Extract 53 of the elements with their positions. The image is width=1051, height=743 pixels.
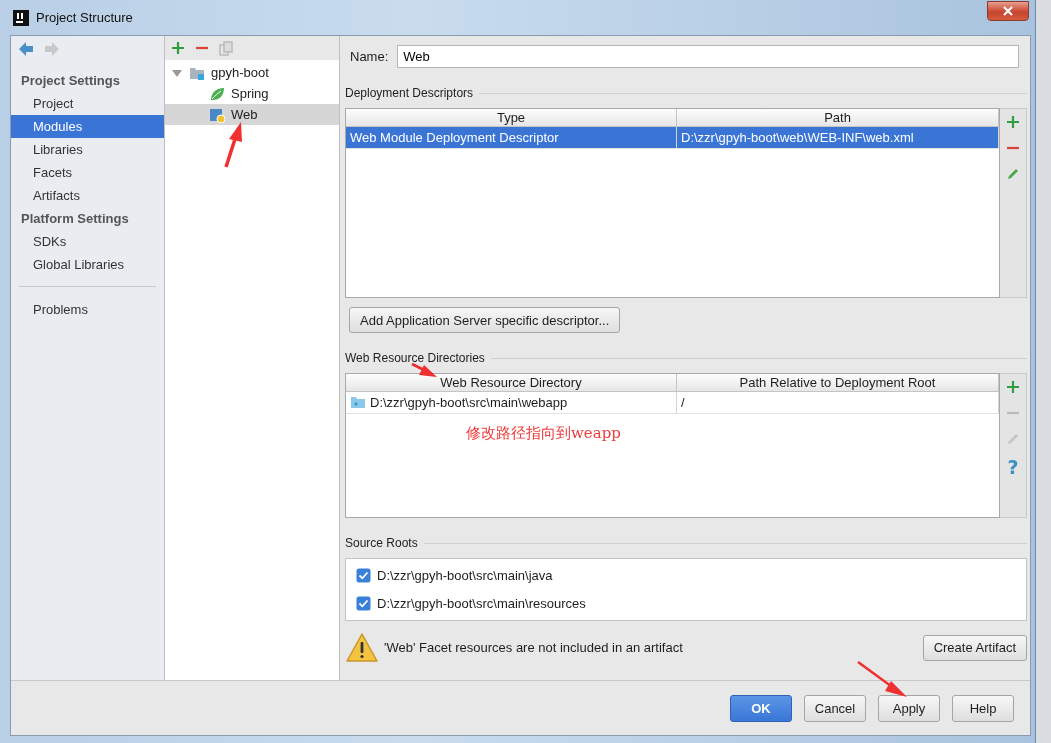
section-title: Web Resource Directories	[345, 351, 485, 365]
sidebar-item[interactable]: Artifacts	[11, 184, 164, 207]
create-artifact-button[interactable]: Create Artifact	[922, 634, 1027, 661]
leaf-icon	[209, 85, 225, 102]
section-heading: Project Settings	[20, 72, 121, 90]
back-arrow-icon[interactable]	[18, 41, 34, 57]
close-button[interactable]	[987, 1, 1029, 21]
table-cell[interactable]: D:\zzr\gpyh-boot\src\main\webapp	[346, 392, 677, 413]
annotation-arrow	[411, 362, 437, 377]
column-header[interactable]: Type	[346, 109, 677, 126]
tree-item[interactable]: Web	[165, 104, 339, 125]
sidebar-item[interactable]: Facets	[11, 161, 164, 184]
pencil-icon[interactable]	[1006, 167, 1020, 181]
checkbox-label: D:\zzr\gpyh-boot\src\main\resources	[377, 596, 586, 612]
annotation-arrow	[857, 661, 907, 697]
warning-message: 'Web' Facet resources are not included in an artifact	[384, 640, 683, 655]
field-label: Name:	[350, 49, 389, 64]
annotation-arrow	[224, 122, 242, 168]
add-icon[interactable]	[171, 41, 185, 55]
checkbox[interactable]	[356, 567, 371, 583]
add-descriptor-button[interactable]: Add Application Server specific descriptor...	[349, 307, 621, 333]
section-title: Source Roots	[345, 536, 418, 550]
sidebar-item[interactable]: Libraries	[11, 138, 164, 161]
column-header[interactable]: Path Relative to Deployment Root	[677, 374, 999, 391]
sidebar-item[interactable]: Global Libraries	[11, 253, 164, 276]
checkbox-label: D:\zzr\gpyh-boot\src\main\java	[377, 567, 553, 583]
section-title: Deployment Descriptors	[345, 86, 474, 100]
tree-item[interactable]: gpyh-boot	[165, 62, 339, 83]
app-icon	[13, 9, 29, 26]
add-icon[interactable]	[1006, 115, 1020, 129]
table-cell[interactable]: D:\zzr\gpyh-boot\web\WEB-INF\web.xml	[677, 127, 999, 148]
sidebar-item[interactable]: SDKs	[11, 230, 164, 253]
window-title: Project Structure	[36, 10, 133, 25]
tree-item[interactable]: Spring	[165, 83, 339, 104]
close-icon	[1002, 6, 1014, 16]
checkbox[interactable]	[356, 596, 371, 612]
dialog-button[interactable]: Help	[952, 694, 1014, 722]
sidebar-item[interactable]: Modules	[11, 115, 164, 138]
web-module-icon	[209, 106, 225, 123]
name-field[interactable]: Web	[397, 45, 1019, 68]
dialog-button[interactable]: OK	[730, 694, 792, 722]
add-icon[interactable]	[1006, 380, 1020, 394]
dialog-button[interactable]: Apply	[878, 694, 940, 722]
dialog-button[interactable]: Cancel	[804, 694, 866, 722]
folder-icon	[350, 395, 366, 410]
warning-icon	[346, 632, 378, 663]
sidebar-item[interactable]: Problems	[11, 298, 164, 321]
column-header[interactable]: Path	[677, 109, 999, 126]
table-cell[interactable]: Web Module Deployment Descriptor	[346, 127, 677, 148]
section-heading: Platform Settings	[20, 210, 130, 228]
table-cell[interactable]: /	[677, 392, 999, 413]
sidebar-item[interactable]: Project	[11, 92, 164, 115]
annotation-text: 修改路径指向到weapp	[466, 424, 621, 443]
